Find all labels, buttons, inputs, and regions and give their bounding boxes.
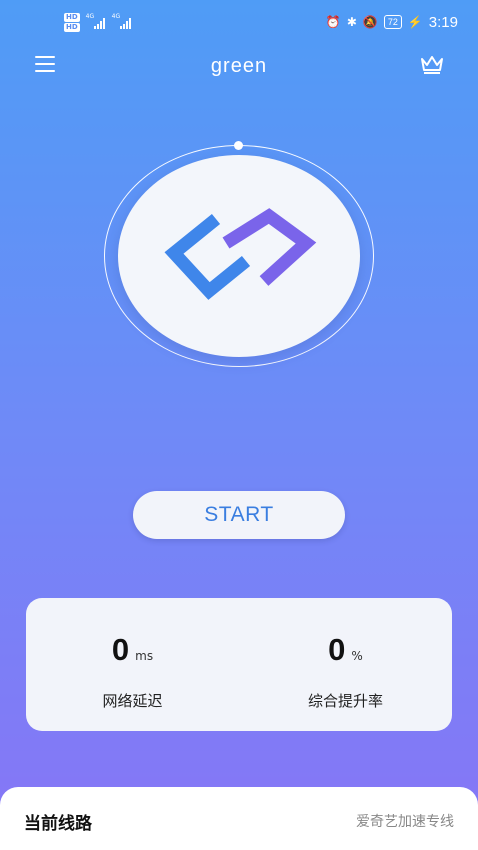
crown-icon[interactable] [419, 53, 445, 75]
route-value[interactable]: 爱奇艺加速专线 [356, 809, 454, 831]
start-button[interactable]: START [133, 491, 345, 539]
status-right: ⏰ ✱ 🔕 72 ⚡ 3:19 [326, 14, 458, 31]
stats-card: 0 ms 网络延迟 0 % 综合提升率 [26, 598, 452, 731]
menu-icon[interactable] [35, 56, 55, 72]
battery-icon: 72 [383, 15, 402, 29]
latency-unit: ms [135, 649, 154, 663]
hd-badge: HD [64, 22, 80, 32]
app-title: green [210, 54, 268, 77]
signal-icon: 4G [85, 13, 106, 29]
hd-indicators: HD HD [64, 12, 80, 32]
connect-disc[interactable] [118, 155, 360, 357]
latency-value: 0 [111, 632, 130, 667]
ring-progress-dot [234, 141, 243, 150]
clock: 3:19 [428, 13, 458, 31]
boost-unit: % [351, 649, 363, 663]
mute-icon: 🔕 [362, 15, 378, 29]
app-logo-icon [164, 208, 317, 300]
network-type: 4G [85, 13, 95, 20]
network-type: 4G [111, 13, 121, 20]
status-bar: HD HD 4G 4G ⏰ ✱ 🔕 72 ⚡ 3:19 [0, 0, 478, 44]
boost-label: 综合提升率 [307, 692, 383, 710]
app-header: green [0, 44, 478, 88]
route-title: 当前线路 [24, 814, 92, 834]
latency-label: 网络延迟 [102, 692, 163, 710]
boost-stat: 0 % 综合提升率 [239, 598, 452, 731]
signal-icon: 4G [111, 13, 132, 29]
hd-badge: HD [64, 12, 80, 22]
status-left: HD HD 4G 4G [64, 12, 132, 32]
route-panel[interactable]: 当前线路 爱奇艺加速专线 [0, 787, 478, 850]
alarm-icon: ⏰ [325, 15, 341, 29]
charging-icon: ⚡ [407, 15, 423, 29]
latency-stat: 0 ms 网络延迟 [26, 598, 239, 731]
bluetooth-icon: ✱ [346, 15, 357, 29]
boost-value: 0 [328, 632, 346, 667]
